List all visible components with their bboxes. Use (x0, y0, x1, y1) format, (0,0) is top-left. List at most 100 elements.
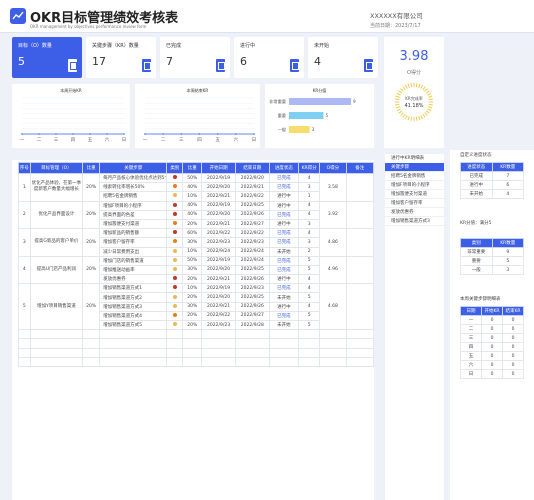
table-row[interactable]: 1 优化产品体验，在第一季度新客户数量大幅增长 20% 每月产品核心体验优化点达到5个… (18, 172, 375, 202)
empty-cell[interactable] (18, 356, 31, 367)
empty-cell[interactable] (201, 338, 236, 349)
gauge-tick (407, 83, 410, 88)
kpi-card-key-results[interactable]: 关键步骤（KR）数量 17 (86, 37, 156, 78)
empty-cell[interactable] (182, 347, 203, 358)
empty-cell[interactable] (268, 356, 300, 367)
remark-cell[interactable] (345, 200, 375, 230)
key-result-cell: 增加F项目的小程序 (99, 200, 168, 211)
kpi-value: 4 (314, 55, 321, 68)
empty-cell[interactable] (268, 338, 300, 349)
empty-row[interactable] (18, 347, 375, 358)
key-result-cell: 提高界面的色差 (99, 209, 168, 220)
table-header-cell: 结束日期 (234, 162, 270, 174)
empty-cell[interactable] (18, 329, 31, 340)
table-cell: 0 (481, 360, 503, 370)
kr-weight-cell: 40% (182, 182, 203, 193)
empty-cell[interactable] (82, 347, 101, 358)
empty-cell[interactable] (345, 329, 375, 340)
empty-cell[interactable] (99, 356, 168, 367)
empty-cell[interactable] (166, 356, 184, 367)
empty-cell[interactable] (29, 356, 84, 367)
remark-cell[interactable] (345, 255, 375, 285)
empty-row[interactable] (18, 338, 375, 349)
empty-cell[interactable] (182, 356, 203, 367)
empty-cell[interactable] (82, 329, 101, 340)
remark-cell[interactable] (345, 228, 375, 257)
empty-cell[interactable] (319, 356, 347, 367)
table-header-row: 进度状态 KR数量 (460, 162, 524, 172)
category-dot-icon (172, 248, 177, 253)
empty-cell[interactable] (99, 338, 168, 349)
objective-cell: 提高U门店产品利润 (29, 255, 84, 285)
empty-cell[interactable] (298, 356, 321, 367)
empty-cell[interactable] (319, 329, 347, 340)
empty-cell[interactable] (319, 347, 347, 358)
empty-cell[interactable] (234, 329, 270, 340)
empty-cell[interactable] (234, 338, 270, 349)
empty-cell[interactable] (82, 356, 101, 367)
kpi-card-not-started[interactable]: 未开始 4 (308, 37, 378, 78)
kpi-card-objectives[interactable]: 目标（O）数量 5 (12, 37, 82, 78)
category-dot-icon (172, 211, 177, 216)
category-dot-icon (172, 285, 177, 290)
empty-row[interactable] (18, 329, 375, 340)
remark-cell[interactable] (345, 173, 375, 202)
empty-cell[interactable] (166, 338, 184, 349)
table-cell: 已完成 (460, 171, 493, 181)
status-cell: 已完成 (268, 264, 300, 276)
table-row[interactable]: 4 提高U门店产品利润 20% 增加门店的销售渠道 50% 2022/9/19 2022/9… (18, 255, 375, 285)
empty-cell[interactable] (166, 329, 184, 340)
empty-cell[interactable] (166, 347, 184, 358)
table-row[interactable]: 2 优化产品界面设计 20% 增加F项目的小程序 40% 2022/9/19 2022/9/… (18, 200, 375, 230)
table-cell: 0 (502, 324, 524, 334)
category-dot-icon (172, 312, 177, 317)
empty-cell[interactable] (18, 347, 31, 358)
empty-cell[interactable] (99, 347, 168, 358)
table-row: 四00 (460, 342, 524, 352)
category-dot-icon (172, 303, 177, 308)
in-progress-panel: 进行中KR明细表 关键步骤 招聘5名金牌销售 增加F项目的小程序 增加簇便支付渠道增… (385, 154, 444, 500)
empty-cell[interactable] (182, 338, 203, 349)
table-cell: 0 (481, 351, 503, 361)
table-row[interactable]: 3 提高G新品的客户单价 20% 增加新品的销售额 60% 2022/9/22 2022/9… (18, 228, 375, 257)
table-row[interactable]: 5 增加Y项目销售渠道 20% 增加销售渠道方式1 10% 2022/9/19 2022/9… (18, 283, 375, 331)
table-row: 重要 5 (460, 256, 524, 266)
status-cell: 进行中 (268, 200, 300, 211)
empty-cell[interactable] (268, 329, 300, 340)
empty-cell[interactable] (234, 347, 270, 358)
empty-cell[interactable] (345, 338, 375, 349)
empty-cell[interactable] (298, 338, 321, 349)
empty-cell[interactable] (99, 329, 168, 340)
empty-row[interactable] (18, 356, 375, 367)
empty-cell[interactable] (298, 329, 321, 340)
list-item: 增加F项目的小程序 (385, 181, 444, 190)
remark-cell[interactable] (345, 283, 375, 331)
empty-cell[interactable] (298, 347, 321, 358)
kpi-label: 已完成 (166, 43, 182, 49)
empty-cell[interactable] (345, 347, 375, 358)
empty-cell[interactable] (29, 329, 84, 340)
table-header-cell: 日期 (460, 306, 482, 316)
empty-cell[interactable] (29, 338, 84, 349)
status-cell: 进行中 (268, 274, 300, 285)
empty-cell[interactable] (201, 329, 236, 340)
empty-cell[interactable] (201, 347, 236, 358)
category-cell (166, 191, 184, 202)
kpi-card-completed[interactable]: 已完成 7 (160, 37, 230, 78)
empty-cell[interactable] (201, 356, 236, 367)
empty-cell[interactable] (234, 356, 270, 367)
empty-cell[interactable] (82, 338, 101, 349)
category-cell (166, 274, 184, 285)
o-score-label: O得分 (407, 70, 421, 76)
empty-cell[interactable] (182, 329, 203, 340)
gauge-tick (400, 112, 404, 116)
empty-cell[interactable] (29, 347, 84, 358)
empty-cell[interactable] (345, 356, 375, 367)
empty-cell[interactable] (18, 338, 31, 349)
empty-cell[interactable] (268, 347, 300, 358)
status-cell: 已完成 (268, 237, 300, 248)
category-cell (166, 301, 184, 312)
empty-cell[interactable] (319, 338, 347, 349)
objective-weight: 20% (82, 255, 101, 285)
kpi-card-in-progress[interactable]: 进行中 6 (234, 37, 304, 78)
